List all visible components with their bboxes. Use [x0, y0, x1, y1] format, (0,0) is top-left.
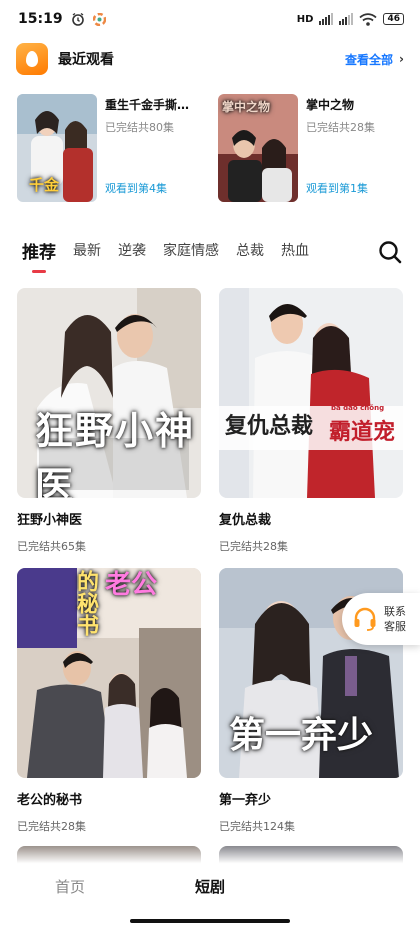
drama-cover-text: 复仇总裁: [225, 414, 314, 439]
drama-cover: 复仇总裁 bà dào chǒng 霸道宠: [219, 288, 403, 498]
drama-cover-pinyin: bà dào chǒng: [331, 404, 385, 412]
customer-service-label: 联系客服: [384, 605, 406, 633]
chevron-right-icon: ›: [399, 52, 404, 66]
tab-family[interactable]: 家庭情感: [163, 236, 219, 260]
nav-drama[interactable]: 短剧: [140, 862, 280, 910]
drama-cover-text: 第一弃少: [229, 715, 374, 756]
gesture-bar: [130, 919, 290, 923]
network-type: HD: [296, 13, 314, 25]
drama-card[interactable]: 复仇总裁 bà dào chǒng 霸道宠 复仇总裁 已完结共28集: [219, 288, 403, 554]
wifi-icon: [359, 12, 378, 26]
status-time: 15:19: [18, 11, 63, 27]
view-all-link[interactable]: 查看全部 ›: [345, 51, 404, 68]
alarm-icon: [71, 12, 84, 26]
tab-recommend[interactable]: 推荐: [22, 236, 56, 263]
recent-cover: 掌中之物: [218, 94, 298, 202]
bottom-nav: 首页 短剧: [0, 862, 420, 910]
recent-cover-text: 掌中之物: [222, 100, 271, 114]
recent-title: 最近观看: [58, 52, 114, 68]
recent-item-progress: 观看到第1集: [306, 182, 368, 195]
drama-cover-text: 狂野小神医: [35, 409, 196, 498]
recent-item-episodes: 已完结共28集: [306, 121, 375, 134]
signal-icon: [319, 13, 334, 25]
drama-title: 第一弃少: [219, 793, 272, 808]
drama-cover-text: 的秘书: [73, 570, 98, 636]
status-bar: 15:19 HD 46: [0, 0, 420, 38]
drama-cover: 的秘书 老公: [17, 568, 201, 778]
recent-item-title: 重生千金手撕…: [105, 98, 190, 112]
recent-item-title: 掌中之物: [306, 98, 355, 112]
recent-cover: 千金: [17, 94, 97, 202]
signal-icon-2: [339, 13, 354, 25]
drama-title: 狂野小神医: [17, 513, 83, 528]
drama-title: 老公的秘书: [17, 793, 83, 808]
tab-comeback[interactable]: 逆袭: [118, 236, 146, 260]
battery-icon: 46: [383, 13, 404, 25]
drama-cover: 狂野小神医: [17, 288, 201, 498]
recent-item[interactable]: 千金 重生千金手撕… 已完结共80集 观看到第4集: [17, 94, 197, 202]
recent-item[interactable]: 掌中之物 掌中之物 已完结共28集 观看到第1集: [218, 94, 398, 202]
app-notification-icon: [92, 12, 106, 26]
drama-card[interactable]: 的秘书 老公 老公的秘书 已完结共28集: [17, 568, 201, 834]
tab-latest[interactable]: 最新: [73, 236, 101, 260]
drama-cover-text-2: 老公: [105, 570, 158, 600]
recent-item-progress: 观看到第4集: [105, 182, 167, 195]
drama-cover-text-2: 霸道宠: [329, 420, 396, 445]
drama-card[interactable]: 狂野小神医 狂野小神医 已完结共65集: [17, 288, 201, 554]
recent-cover-text: 千金: [29, 176, 60, 194]
tab-ceo[interactable]: 总裁: [236, 236, 264, 260]
search-icon[interactable]: [378, 240, 402, 264]
category-tabs: 推荐 最新 逆袭 家庭情感 总裁 热血: [22, 236, 402, 276]
drama-episodes: 已完结共124集: [219, 820, 295, 833]
recent-item-episodes: 已完结共80集: [105, 121, 174, 134]
headset-icon: [354, 607, 376, 631]
app-logo-icon: [16, 43, 48, 75]
view-all-label: 查看全部: [345, 52, 394, 67]
drama-episodes: 已完结共65集: [17, 540, 86, 553]
recent-header: 最近观看 查看全部 ›: [16, 42, 404, 76]
customer-service-button[interactable]: 联系客服: [342, 593, 420, 645]
tab-action[interactable]: 热血: [281, 236, 309, 260]
drama-title: 复仇总裁: [219, 513, 272, 528]
drama-episodes: 已完结共28集: [17, 820, 86, 833]
drama-episodes: 已完结共28集: [219, 540, 288, 553]
nav-home[interactable]: 首页: [0, 862, 140, 910]
